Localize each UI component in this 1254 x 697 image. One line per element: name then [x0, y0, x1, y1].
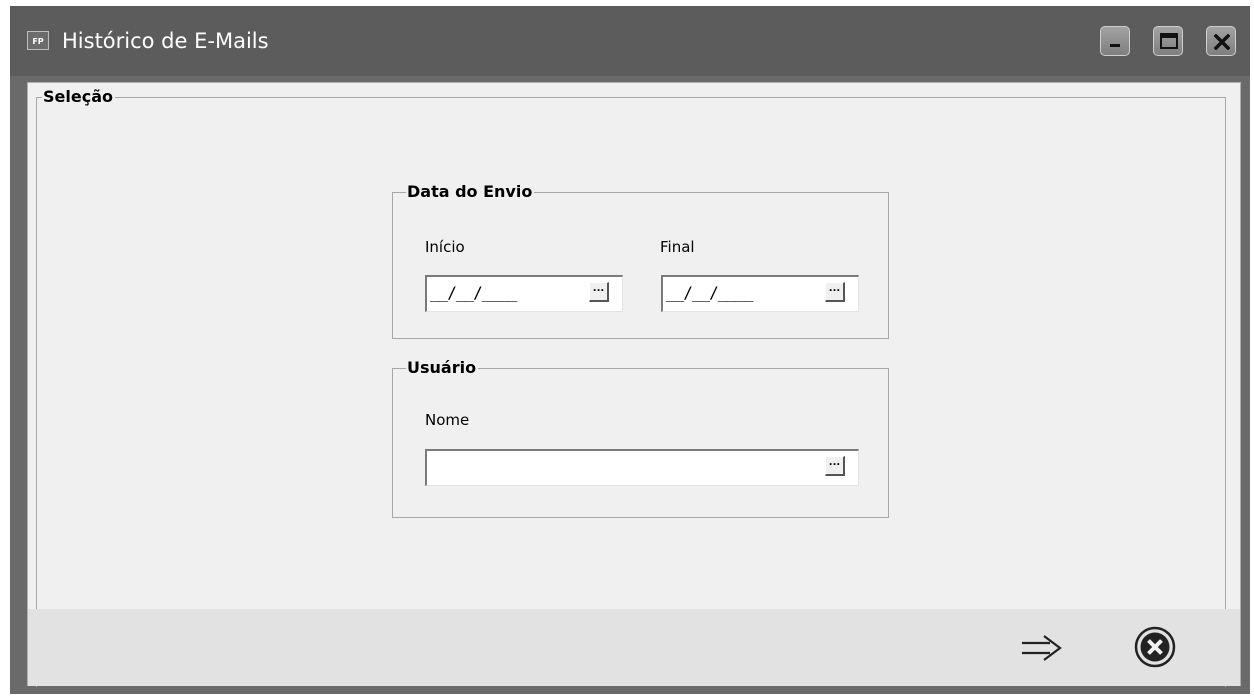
- confirm-button[interactable]: [1018, 631, 1066, 665]
- arrow-right-icon: [1022, 635, 1062, 661]
- close-window-button[interactable]: [1206, 26, 1236, 56]
- start-date-value: __/__/____: [430, 283, 517, 302]
- selection-group: Seleção Data do Envio Início __/__/____ …: [36, 88, 1226, 687]
- start-date-field[interactable]: __/__/____ ...: [425, 275, 623, 312]
- maximize-button[interactable]: [1153, 26, 1183, 56]
- user-name-lookup-button[interactable]: ...: [825, 456, 845, 476]
- end-date-label: Final: [660, 238, 695, 256]
- user-title: Usuário: [406, 358, 479, 377]
- app-icon: FP: [27, 31, 49, 50]
- end-date-lookup-button[interactable]: ...: [825, 282, 845, 302]
- title-bar[interactable]: FP Histórico de E-Mails: [10, 6, 1250, 76]
- user-name-field[interactable]: ...: [425, 449, 859, 486]
- start-date-lookup-button[interactable]: ...: [589, 282, 609, 302]
- end-date-field[interactable]: __/__/____ ...: [661, 275, 859, 312]
- client-area: Seleção Data do Envio Início __/__/____ …: [27, 82, 1241, 687]
- user-group: Usuário Nome ...: [392, 359, 889, 518]
- send-date-group: Data do Envio Início __/__/____ ... Fina…: [392, 183, 889, 339]
- minimize-button[interactable]: [1100, 26, 1130, 56]
- window-title: Histórico de E-Mails: [62, 29, 269, 53]
- cancel-button[interactable]: [1132, 624, 1178, 670]
- user-name-label: Nome: [425, 411, 470, 429]
- start-date-label: Início: [425, 238, 465, 256]
- main-window: FP Histórico de E-Mails Seleção Data do …: [10, 6, 1250, 694]
- selection-title: Seleção: [42, 87, 115, 106]
- close-icon: [1214, 34, 1230, 50]
- end-date-value: __/__/____: [666, 283, 753, 302]
- button-bar: [28, 609, 1240, 686]
- cancel-circle-icon: [1134, 626, 1176, 668]
- send-date-title: Data do Envio: [406, 182, 535, 201]
